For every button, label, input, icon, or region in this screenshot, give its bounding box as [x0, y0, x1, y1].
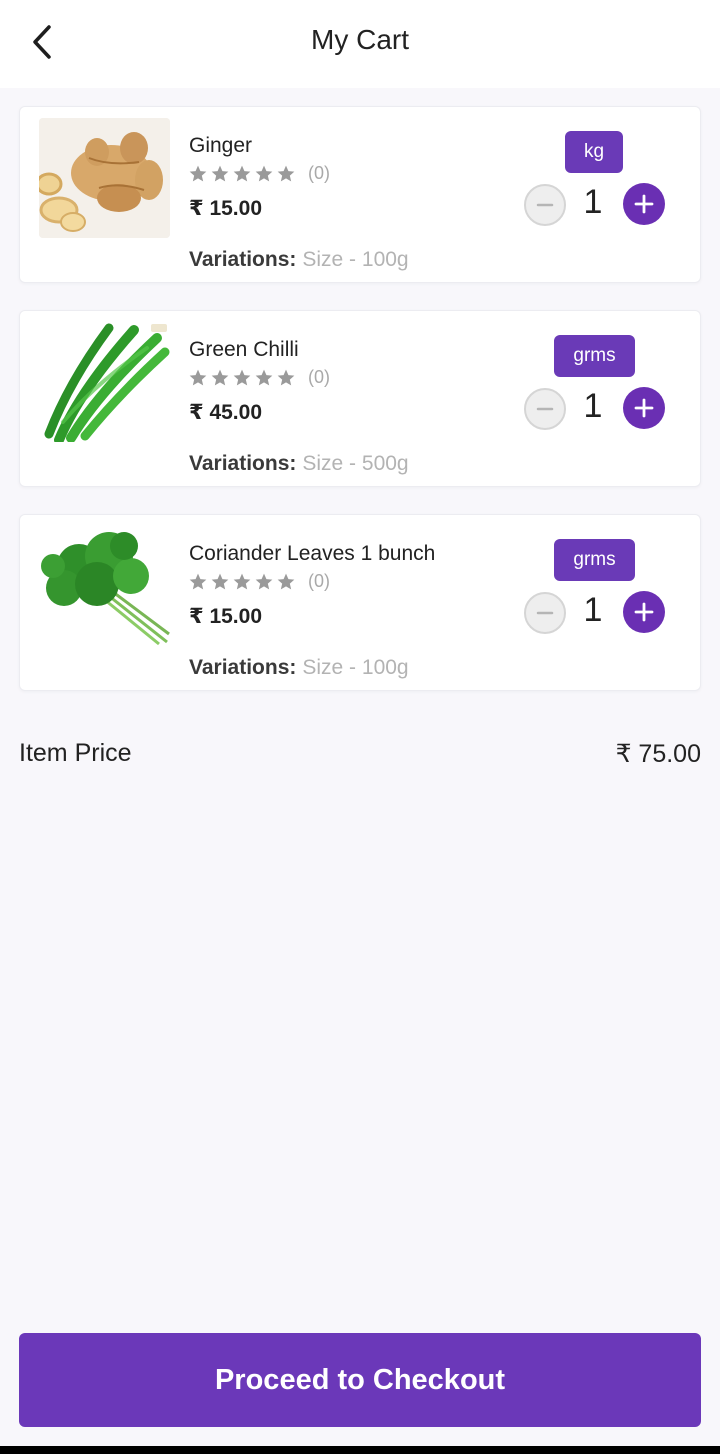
- star-icon: [255, 165, 273, 181]
- variations-label: Variations:: [189, 452, 297, 475]
- page-title: My Cart: [311, 24, 409, 55]
- increase-quantity-button[interactable]: [623, 387, 665, 429]
- star-icon: [233, 573, 251, 589]
- rating-count: (0): [308, 367, 330, 387]
- product-image-ginger: [39, 118, 170, 238]
- star-icon: [255, 573, 273, 589]
- minus-icon: [536, 203, 554, 207]
- plus-icon: [634, 398, 654, 418]
- top-app-bar: My Cart: [0, 0, 720, 88]
- variations-value: Size - 500g: [302, 452, 409, 475]
- increase-quantity-button[interactable]: [623, 591, 665, 633]
- variations-label: Variations:: [189, 248, 297, 271]
- product-variations: Variations: Size - 500g: [189, 452, 409, 476]
- product-variations: Variations: Size - 100g: [189, 248, 409, 272]
- unit-badge[interactable]: grms: [554, 335, 635, 377]
- variations-label: Variations:: [189, 656, 297, 679]
- quantity-value: 1: [583, 387, 603, 425]
- variations-value: Size - 100g: [302, 656, 409, 679]
- cart-item-card: Green Chilli (0) ₹ 45.00 Variations: Size…: [19, 310, 701, 487]
- rating-count: (0): [308, 571, 330, 591]
- product-name: Green Chilli: [189, 338, 299, 361]
- product-price: ₹ 15.00: [189, 605, 262, 628]
- unit-badge[interactable]: grms: [554, 539, 635, 581]
- item-price-label: Item Price: [19, 739, 132, 767]
- star-icon: [277, 369, 295, 385]
- variations-value: Size - 100g: [302, 248, 409, 271]
- star-icon: [233, 165, 251, 181]
- star-icon: [189, 369, 207, 385]
- product-price: ₹ 45.00: [189, 401, 262, 424]
- cart-item-card: Ginger (0) ₹ 15.00 Variations: Size - 100…: [19, 106, 701, 283]
- quantity-value: 1: [583, 591, 603, 629]
- product-name: Coriander Leaves 1 bunch: [189, 542, 436, 565]
- decrease-quantity-button[interactable]: [524, 592, 566, 634]
- app-screen: My Cart Ginger (0) ₹ 15.00 Variations: S…: [0, 0, 720, 1454]
- star-icon: [211, 165, 229, 181]
- plus-icon: [634, 194, 654, 214]
- product-image-green-chilli: [39, 322, 170, 442]
- product-variations: Variations: Size - 100g: [189, 656, 409, 680]
- product-price: ₹ 15.00: [189, 197, 262, 220]
- minus-icon: [536, 611, 554, 615]
- item-price-value: ₹ 75.00: [615, 740, 701, 768]
- star-icon: [277, 573, 295, 589]
- rating-stars: (0): [188, 367, 330, 388]
- system-navigation-bar: [0, 1446, 720, 1454]
- cart-item-card: Coriander Leaves 1 bunch (0) ₹ 15.00 Var…: [19, 514, 701, 691]
- star-icon: [211, 369, 229, 385]
- proceed-to-checkout-button[interactable]: Proceed to Checkout: [19, 1333, 701, 1427]
- quantity-value: 1: [583, 183, 603, 221]
- rating-count: (0): [308, 163, 330, 183]
- star-icon: [189, 573, 207, 589]
- decrease-quantity-button[interactable]: [524, 388, 566, 430]
- star-icon: [255, 369, 273, 385]
- decrease-quantity-button[interactable]: [524, 184, 566, 226]
- rating-stars: (0): [188, 571, 330, 592]
- star-icon: [189, 165, 207, 181]
- product-image-coriander: [39, 526, 170, 646]
- rating-stars: (0): [188, 163, 330, 184]
- product-name: Ginger: [189, 134, 253, 157]
- unit-badge[interactable]: kg: [565, 131, 623, 173]
- plus-icon: [634, 602, 654, 622]
- star-icon: [277, 165, 295, 181]
- minus-icon: [536, 407, 554, 411]
- star-icon: [211, 573, 229, 589]
- increase-quantity-button[interactable]: [623, 183, 665, 225]
- star-icon: [233, 369, 251, 385]
